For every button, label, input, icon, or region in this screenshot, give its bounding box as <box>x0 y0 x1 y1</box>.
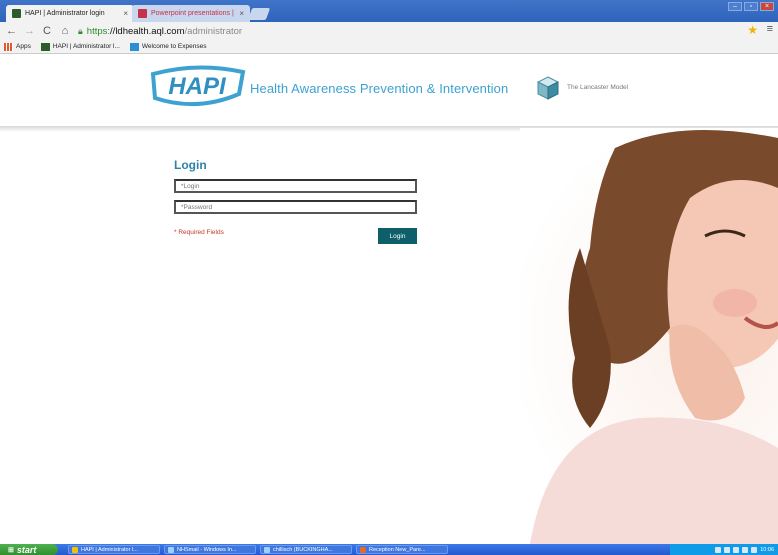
close-tab-icon[interactable]: × <box>123 9 128 18</box>
tray-icon[interactable] <box>742 546 749 553</box>
start-label: start <box>16 544 37 555</box>
tab-title: Powerpoint presentations | <box>151 10 234 17</box>
bookmark-label: Apps <box>16 43 31 50</box>
bookmark-label: HAPI | Administrator l... <box>52 43 120 50</box>
chrome-icon <box>72 546 78 553</box>
lancaster-model-label: The Lancaster Model <box>567 84 629 91</box>
url-path: /administrator <box>184 25 243 37</box>
child-illustration <box>530 130 778 544</box>
logo-text: HAPI <box>168 73 227 100</box>
ie-icon <box>264 546 270 553</box>
taskbar-item[interactable]: HAPI | Administrator l... <box>68 545 160 554</box>
address-bar[interactable]: 🔒︎ https://ldhealth.aql.com/administrato… <box>78 24 242 38</box>
close-tab-icon[interactable]: × <box>239 9 244 18</box>
login-input[interactable] <box>174 179 417 193</box>
expenses-favicon-icon <box>129 42 139 51</box>
maximize-icon[interactable]: ▫ <box>744 2 758 11</box>
browser-toolbar: ← → C ⌂ 🔒︎ https://ldhealth.aql.com/admi… <box>0 22 778 40</box>
tray-icon[interactable] <box>724 546 731 553</box>
windows-taskbar: ⊞ start HAPI | Administrator l... NHSmai… <box>0 544 778 555</box>
bookmark-apps[interactable]: Apps <box>4 42 31 51</box>
lock-icon: 🔒︎ <box>78 25 83 36</box>
powerpoint-icon <box>360 546 366 553</box>
taskbar-item-label: HAPI | Administrator l... <box>81 546 138 553</box>
site-header: HAPI Health Awareness Prevention & Inter… <box>0 54 778 128</box>
taskbar-item-label: NHSmail - Windows In... <box>177 546 237 553</box>
slideshare-favicon-icon <box>138 9 147 18</box>
login-button[interactable]: Login <box>378 228 417 244</box>
url-host: //ldhealth.aql.com <box>110 25 185 37</box>
tray-icon[interactable] <box>733 546 740 553</box>
window-controls: – ▫ × <box>728 2 774 11</box>
new-tab-button[interactable] <box>247 8 271 20</box>
ie-icon <box>168 546 174 553</box>
browser-tabstrip: HAPI | Administrator login × Powerpoint … <box>0 0 778 22</box>
bookmark-expenses[interactable]: Welcome to Expenses <box>129 42 207 51</box>
bookmark-hapi[interactable]: HAPI | Administrator l... <box>40 42 120 51</box>
hapi-logo: HAPI <box>150 65 246 107</box>
bookmarks-bar: Apps HAPI | Administrator l... Welcome t… <box>0 40 778 54</box>
bookmark-label: Welcome to Expenses <box>141 43 207 50</box>
tray-icon[interactable] <box>751 546 758 553</box>
taskbar-item[interactable]: Reception New_Pare... <box>356 545 448 554</box>
taskbar-item[interactable]: chillisch (BUCKINGHA... <box>260 545 352 554</box>
system-tray: 10:06 <box>670 544 778 555</box>
password-input[interactable] <box>174 200 417 214</box>
required-fields-note: * Required Fields <box>174 229 224 236</box>
bookmark-star-icon[interactable]: ★ <box>747 23 758 37</box>
hapi-favicon-icon <box>12 9 21 18</box>
home-icon[interactable]: ⌂ <box>60 25 70 37</box>
close-window-icon[interactable]: × <box>760 2 774 11</box>
forward-icon[interactable]: → <box>24 25 35 37</box>
taskbar-item[interactable]: NHSmail - Windows In... <box>164 545 256 554</box>
tab-powerpoint[interactable]: Powerpoint presentations | × <box>132 5 250 22</box>
login-title: Login <box>174 158 207 172</box>
url-scheme: https: <box>86 25 111 37</box>
back-icon[interactable]: ← <box>6 25 17 37</box>
site-tagline: Health Awareness Prevention & Interventi… <box>250 81 509 96</box>
tab-hapi-login[interactable]: HAPI | Administrator login × <box>6 5 134 22</box>
tab-title: HAPI | Administrator login <box>25 10 105 17</box>
hero-child-image <box>520 128 778 544</box>
apps-grid-icon <box>4 42 13 51</box>
minimize-icon[interactable]: – <box>728 2 742 11</box>
start-button[interactable]: ⊞ start <box>0 544 58 555</box>
taskbar-item-label: chillisch (BUCKINGHA... <box>273 546 333 553</box>
windows-logo-icon: ⊞ <box>8 546 14 554</box>
taskbar-item-label: Reception New_Pare... <box>369 546 426 553</box>
reload-icon[interactable]: C <box>42 25 52 37</box>
hapi-favicon-icon <box>40 42 50 51</box>
lancaster-cube-icon <box>537 76 559 100</box>
tray-icon[interactable] <box>715 546 722 553</box>
clock: 10:06 <box>760 546 774 553</box>
browser-menu-icon[interactable]: ≡ <box>767 23 773 35</box>
screen: HAPI | Administrator login × Powerpoint … <box>0 0 778 555</box>
